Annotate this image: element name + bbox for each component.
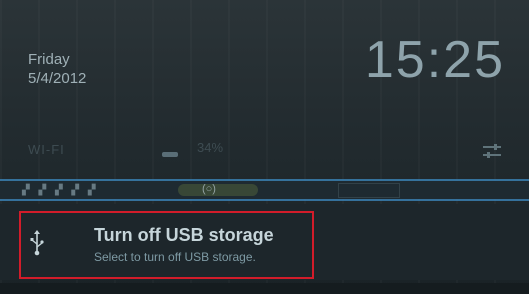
ongoing-strip: ▞ ▞ ▞ ▞ ▞ (○) bbox=[0, 181, 529, 199]
status-box bbox=[338, 183, 400, 198]
brightness-indicator[interactable] bbox=[162, 152, 178, 157]
bottom-edge bbox=[0, 283, 529, 294]
quick-settings-row: WI-FI bbox=[0, 130, 529, 170]
highlight-box bbox=[19, 211, 314, 279]
date-block: Friday 5/4/2012 bbox=[28, 50, 86, 88]
signal-dashes: ▞ ▞ ▞ ▞ ▞ bbox=[22, 185, 99, 196]
clock-time: 15:25 bbox=[364, 31, 505, 89]
brightness-percent: 34% bbox=[197, 140, 224, 155]
status-pill bbox=[178, 184, 258, 196]
status-circle-icon: (○) bbox=[202, 183, 216, 195]
day-label: Friday bbox=[28, 51, 70, 68]
separator-bottom bbox=[0, 199, 529, 201]
settings-sliders-icon[interactable] bbox=[480, 140, 504, 162]
date-label: 5/4/2012 bbox=[28, 70, 87, 87]
wifi-label[interactable]: WI-FI bbox=[28, 142, 65, 157]
